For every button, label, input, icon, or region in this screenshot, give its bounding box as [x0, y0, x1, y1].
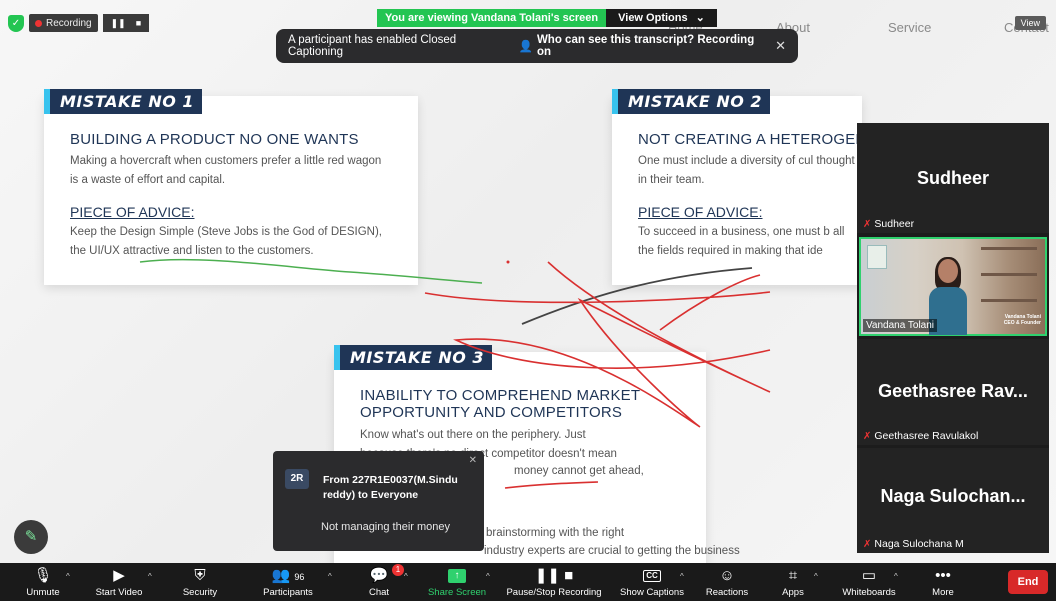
unmute-options-chevron-icon[interactable]: ^ — [66, 572, 70, 581]
chat-unread-badge: 1 — [392, 564, 404, 576]
advice-heading: PIECE OF ADVICE: — [638, 204, 763, 220]
card-title: INABILITY TO COMPREHEND MARKET OPPORTUNI… — [360, 387, 640, 421]
captions-options-chevron-icon[interactable]: ^ — [680, 572, 684, 581]
close-icon[interactable]: ✕ — [469, 455, 477, 466]
transcript-info-link[interactable]: 👤 Who can see this transcript? Recording… — [519, 34, 765, 58]
chat-options-chevron-icon[interactable]: ^ — [404, 572, 408, 581]
closed-captioning-toast: A participant has enabled Closed Caption… — [276, 29, 798, 63]
recording-status: Recording — [29, 14, 98, 32]
participant-big-name: Sudheer — [916, 168, 990, 188]
share-screen-button[interactable]: ↑ Share Screen — [424, 563, 490, 601]
site-nav-service: Service — [888, 20, 932, 35]
mistake-badge: MISTAKE NO 2 — [612, 89, 771, 114]
cc-icon: CC — [643, 570, 661, 583]
participant-name-label: ✗ Sudheer — [863, 218, 915, 230]
recording-controls: ❚❚ ■ — [102, 14, 150, 32]
record-dot-icon — [35, 19, 42, 27]
participant-tile[interactable]: Naga Sulochan... ✗ Naga Sulochana M — [857, 448, 1049, 553]
close-icon[interactable]: ✕ — [775, 38, 786, 54]
viewing-banner-text: You are viewing Vandana Tolani's screen — [377, 9, 607, 27]
video-options-chevron-icon[interactable]: ^ — [148, 572, 152, 581]
mistake-card-2: MISTAKE NO 2 NOT CREATING A HETEROGEN On… — [612, 89, 866, 285]
active-speaker-video[interactable]: Vandana Tolani CEO & Founder Vandana Tol… — [859, 237, 1047, 336]
cc-toast-message: A participant has enabled Closed Caption… — [288, 34, 457, 58]
end-meeting-button[interactable]: End — [1008, 570, 1048, 594]
video-name-label: Vandana Tolani — [863, 319, 938, 332]
more-button[interactable]: ••• More — [920, 563, 966, 601]
security-button[interactable]: ⛨ Security — [172, 563, 228, 601]
participant-name-label: ✗ Geethasree Ravulakol — [863, 430, 979, 442]
card-body: One must include a diversity of cul thou… — [638, 155, 855, 186]
avatar: 2R — [285, 469, 309, 489]
more-dots-icon: ••• — [935, 567, 951, 584]
view-button[interactable]: View — [1014, 16, 1046, 30]
participants-button[interactable]: 👥 96 Participants — [252, 563, 324, 601]
apps-options-chevron-icon[interactable]: ^ — [814, 572, 818, 581]
recording-indicator: ✓ Recording ❚❚ ■ — [8, 14, 150, 32]
start-video-button[interactable]: ▶ Start Video — [86, 563, 152, 601]
mistake-card-1: MISTAKE NO 1 BUILDING A PRODUCT NO ONE W… — [44, 89, 418, 285]
mic-off-icon: 🎙 — [33, 567, 53, 584]
annotate-pencil-icon[interactable]: ✎ — [14, 520, 48, 554]
whiteboards-options-chevron-icon[interactable]: ^ — [894, 572, 898, 581]
advice-text: Keep the Design Simple (Steve Jobs is th… — [70, 226, 382, 257]
share-arrow-icon: ↑ — [448, 569, 466, 584]
participants-icon: 👥 — [271, 567, 291, 584]
show-captions-button[interactable]: CC Show Captions — [616, 563, 688, 601]
card-body-line: money cannot get ahead, — [514, 465, 644, 477]
video-lower-third: Vandana Tolani CEO & Founder — [1003, 314, 1041, 326]
participant-name-label: ✗ Naga Sulochana M — [863, 538, 964, 550]
meeting-toolbar: 🎙 Unmute ^ ▶ Start Video ^ ⛨ Security 👥 … — [0, 563, 1056, 601]
shared-screen: Home About Service Contact MISTAKE NO 1 … — [0, 0, 1056, 563]
mistake-badge: MISTAKE NO 1 — [44, 89, 203, 114]
participant-big-name: Naga Sulochan... — [880, 486, 1026, 506]
chat-icon: 💬 — [369, 567, 389, 584]
card-body-line: Know what's out there on the periphery. … — [360, 429, 586, 441]
mistake-badge: MISTAKE NO 3 — [334, 345, 493, 370]
video-off-icon: ▶ — [113, 567, 125, 584]
mic-muted-icon: ✗ — [863, 538, 872, 550]
recording-label: Recording — [46, 17, 92, 29]
participant-big-name: Geethasree Rav... — [878, 381, 1028, 401]
chat-message: Not managing their money — [321, 521, 451, 533]
unmute-button[interactable]: 🎙 Unmute — [16, 563, 70, 601]
advice-text-line: brainstorming with the right — [486, 527, 625, 539]
chevron-down-icon: ⌄ — [695, 12, 705, 24]
pause-stop-icon: ❚❚ ■ — [534, 567, 574, 584]
smiley-icon: ☺ — [719, 567, 735, 584]
participants-options-chevron-icon[interactable]: ^ — [328, 572, 332, 581]
whiteboards-button[interactable]: ▭ Whiteboards — [834, 563, 904, 601]
participants-count: 96 — [294, 572, 305, 582]
participant-tile[interactable]: Geethasree Rav... ✗ Geethasree Ravulakol — [857, 339, 1049, 445]
share-options-chevron-icon[interactable]: ^ — [486, 572, 490, 581]
people-icon: 👤 — [518, 41, 533, 53]
apps-icon: ⌗ — [788, 567, 798, 584]
participant-tile[interactable]: Sudheer ✗ Sudheer — [857, 123, 1049, 233]
pause-icon[interactable]: ❚❚ — [111, 18, 126, 29]
card-body: Making a hovercraft when customers prefe… — [70, 155, 382, 186]
encryption-shield-icon[interactable]: ✓ — [8, 14, 24, 32]
chat-sender: From 227R1E0037(M.Sindu reddy) to Everyo… — [323, 474, 458, 501]
shield-icon: ⛨ — [194, 567, 206, 584]
participants-gallery: Sudheer ✗ Sudheer Vandana Tolani CEO & F… — [857, 123, 1049, 553]
card-title: NOT CREATING A HETEROGEN — [638, 131, 867, 148]
chat-notification[interactable]: 2R From 227R1E0037(M.Sindu reddy) to Eve… — [273, 451, 484, 551]
advice-text-line: industry experts are crucial to getting … — [484, 545, 740, 557]
annotation-red-dot — [506, 260, 510, 264]
stop-icon[interactable]: ■ — [136, 18, 141, 28]
wall-frame — [867, 245, 887, 269]
view-options-button[interactable]: View Options ⌄ — [606, 9, 717, 27]
advice-text: To succeed in a business, one must b all… — [638, 226, 845, 257]
card-title: BUILDING A PRODUCT NO ONE WANTS — [70, 131, 359, 148]
pause-stop-recording-button[interactable]: ❚❚ ■ Pause/Stop Recording — [502, 563, 606, 601]
chat-button[interactable]: 💬 1 Chat — [356, 563, 404, 601]
advice-heading: PIECE OF ADVICE: — [70, 204, 195, 220]
mic-muted-icon: ✗ — [863, 430, 872, 442]
apps-button[interactable]: ⌗ Apps — [776, 563, 810, 601]
mic-muted-icon: ✗ — [863, 218, 872, 230]
screen-share-banner: You are viewing Vandana Tolani's screen … — [377, 9, 717, 27]
reactions-button[interactable]: ☺ Reactions — [702, 563, 752, 601]
